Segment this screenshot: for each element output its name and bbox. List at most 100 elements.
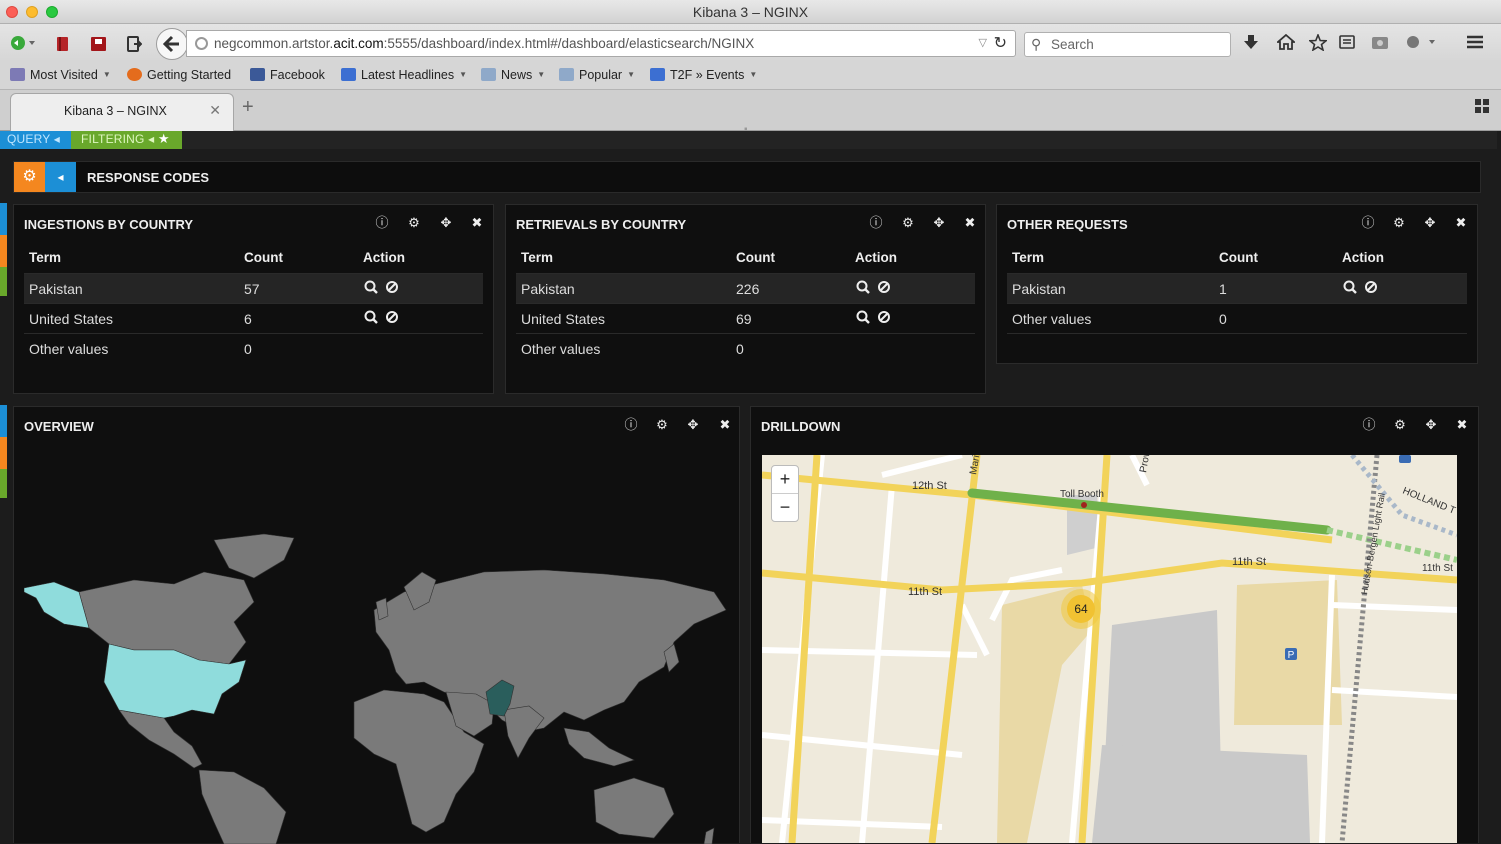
info-icon[interactable]: ⓘ <box>374 215 390 231</box>
close-icon[interactable]: ✖ <box>962 215 978 231</box>
table-row: Pakistan 226 <box>516 273 975 303</box>
star-folder-icon <box>10 68 25 81</box>
term-cell: Pakistan <box>1012 281 1066 297</box>
column-header-count[interactable]: Count <box>244 250 283 265</box>
zoom-in-button[interactable]: + <box>772 466 798 494</box>
close-icon[interactable]: ✖ <box>1454 417 1470 433</box>
filter-search-icon[interactable] <box>1343 280 1357 299</box>
tab-groups-icon[interactable] <box>1475 99 1490 114</box>
row-collapse-button[interactable]: ◂ <box>45 162 76 192</box>
url-bar[interactable]: negcommon.artstor.acit.com:5555/dashboar… <box>186 30 1016 57</box>
bookmark-getting-started[interactable]: Getting Started <box>127 68 231 82</box>
menu-icon[interactable] <box>1466 34 1484 55</box>
search-icon: ⚲ <box>1031 36 1042 52</box>
info-icon[interactable]: ⓘ <box>1360 215 1376 231</box>
bookmark-star-icon[interactable] <box>1307 32 1329 56</box>
bookmark-news[interactable]: News ▼ <box>481 68 545 82</box>
home-icon[interactable] <box>1275 33 1297 55</box>
column-header-term[interactable]: Term <box>521 250 553 265</box>
table-row: Pakistan 1 <box>1007 273 1467 303</box>
exclude-icon[interactable] <box>1364 280 1378 299</box>
bookmark-most-visited[interactable]: Most Visited ▼ <box>10 68 111 82</box>
row-stripe-blue <box>0 405 7 437</box>
column-header-count[interactable]: Count <box>736 250 775 265</box>
gear-icon[interactable]: ⚙ <box>900 215 916 231</box>
row-stripe-green <box>0 469 7 498</box>
exclude-icon[interactable] <box>385 310 399 329</box>
info-icon[interactable]: ⓘ <box>623 417 639 433</box>
filter-search-icon[interactable] <box>364 310 378 329</box>
term-cell: United States <box>29 311 114 327</box>
info-icon[interactable]: ⓘ <box>1361 417 1377 433</box>
count-cell: 0 <box>1219 311 1227 327</box>
firefox-icon <box>127 68 142 81</box>
column-header-action: Action <box>363 250 405 265</box>
street-map[interactable]: P 12th St 11th St 11th St 11th St HOLLAN… <box>762 455 1457 843</box>
zoom-out-button[interactable]: − <box>772 494 798 522</box>
column-header-term[interactable]: Term <box>1012 250 1044 265</box>
url-history-dropdown-icon[interactable]: ▽ <box>979 31 987 56</box>
site-identity-icon[interactable] <box>195 37 208 50</box>
drilldown-map[interactable]: P 12th St 11th St 11th St 11th St HOLLAN… <box>762 455 1457 843</box>
ingestions-panel: INGESTIONS BY COUNTRY ⓘ ⚙ ✥ ✖ Term Count… <box>13 204 494 394</box>
move-icon[interactable]: ✥ <box>685 417 701 433</box>
toll-booth-marker <box>1081 502 1087 508</box>
search-input[interactable]: ⚲ Search <box>1024 32 1231 57</box>
filtering-tab[interactable]: FILTERING ◂ ★ <box>71 131 182 149</box>
filter-search-icon[interactable] <box>856 310 870 329</box>
move-icon[interactable]: ✥ <box>438 215 454 231</box>
new-tab-button[interactable]: + <box>242 96 254 119</box>
world-map[interactable] <box>24 532 734 844</box>
back-button[interactable] <box>156 28 188 60</box>
download-icon[interactable] <box>1243 34 1259 55</box>
folder-icon <box>481 68 496 81</box>
row-settings-button[interactable]: ⚙ <box>14 162 45 192</box>
move-icon[interactable]: ✥ <box>1423 417 1439 433</box>
close-icon[interactable]: ✖ <box>1453 215 1469 231</box>
window-title: Kibana 3 – NGINX <box>692 4 809 20</box>
table-row: Other values 0 <box>1007 303 1467 334</box>
share-page-icon[interactable] <box>126 36 143 57</box>
move-icon[interactable]: ✥ <box>931 215 947 231</box>
bookmark-t2f-events[interactable]: T2F » Events ▼ <box>650 68 757 82</box>
url-path: :5555/dashboard/index.html#/dashboard/el… <box>383 36 755 51</box>
close-icon[interactable]: ✖ <box>717 417 733 433</box>
bookmark-book-icon[interactable] <box>56 36 70 57</box>
bookmark-facebook[interactable]: Facebook <box>250 68 325 82</box>
map-country-mexico <box>118 709 203 769</box>
bookmark-popular[interactable]: Popular ▼ <box>559 68 635 82</box>
info-icon[interactable]: ⓘ <box>868 215 884 231</box>
street-label: 11th St <box>908 586 942 598</box>
filter-search-icon[interactable] <box>364 280 378 299</box>
collapse-handle[interactable]: ▪ <box>744 124 748 135</box>
gear-icon[interactable]: ⚙ <box>406 215 422 231</box>
retrievals-panel: RETRIEVALS BY COUNTRY ⓘ ⚙ ✥ ✖ Term Count… <box>505 204 986 394</box>
query-tab[interactable]: QUERY ◂ <box>0 131 71 149</box>
browser-tab[interactable]: Kibana 3 – NGINX ✕ <box>10 93 234 131</box>
move-icon[interactable]: ✥ <box>1422 215 1438 231</box>
gear-icon[interactable]: ⚙ <box>1391 215 1407 231</box>
screenshot-icon[interactable] <box>1371 34 1389 55</box>
reload-icon[interactable]: ↻ <box>994 31 1007 56</box>
close-icon[interactable]: ✖ <box>469 215 485 231</box>
map-block <box>1357 595 1457 843</box>
tab-close-icon[interactable]: ✕ <box>209 102 221 119</box>
gear-icon[interactable]: ⚙ <box>654 417 670 433</box>
map-country-new-zealand <box>703 827 715 844</box>
count-cell: 0 <box>244 341 252 357</box>
column-header-term[interactable]: Term <box>29 250 61 265</box>
bookmarks-toolbar: Most Visited ▼ Getting Started Facebook L… <box>0 62 1501 90</box>
exclude-icon[interactable] <box>877 310 891 329</box>
bookmark-latest-headlines[interactable]: Latest Headlines ▼ <box>341 68 467 82</box>
exclude-icon[interactable] <box>385 280 399 299</box>
reading-list-icon[interactable] <box>1339 34 1355 55</box>
column-header-action: Action <box>1342 250 1384 265</box>
extension-icon[interactable] <box>1405 34 1439 55</box>
sync-icon[interactable] <box>10 35 36 56</box>
pocket-icon[interactable] <box>90 36 108 57</box>
exclude-icon[interactable] <box>877 280 891 299</box>
filter-search-icon[interactable] <box>856 280 870 299</box>
gear-icon[interactable]: ⚙ <box>1392 417 1408 433</box>
favorite-star-icon[interactable]: ★ <box>158 131 170 146</box>
column-header-count[interactable]: Count <box>1219 250 1258 265</box>
